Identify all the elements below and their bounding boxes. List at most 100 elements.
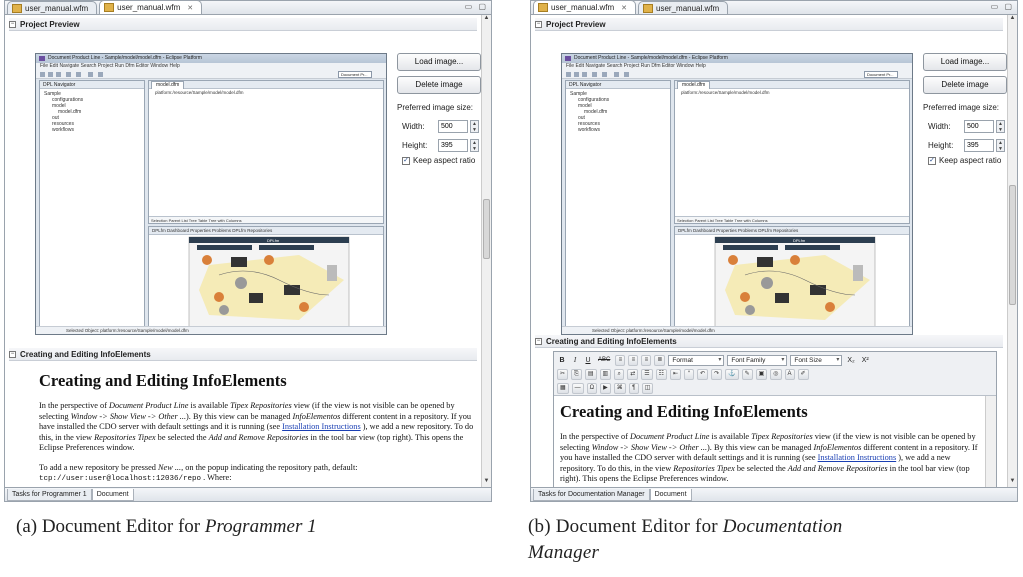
doc-heading: Creating and Editing InfoElements — [560, 402, 808, 421]
collapse-icon[interactable]: − — [535, 337, 542, 345]
bottom-tab-document[interactable]: Document — [91, 489, 134, 501]
bottom-tab-document[interactable]: Document — [649, 489, 692, 501]
editor-tab-1[interactable]: user_manual.wfm — [7, 1, 98, 14]
hr-icon[interactable]: — — [571, 383, 584, 394]
height-row: Height: ▲▼ — [923, 137, 1007, 153]
preferred-size-label: Preferred image size: — [923, 103, 1000, 112]
paste-text-icon[interactable]: ▥ — [599, 369, 612, 380]
installation-link[interactable]: Installation Instructions — [818, 453, 897, 462]
scroll-thumb[interactable] — [483, 199, 490, 259]
subscript-button[interactable]: X₂ — [845, 355, 856, 366]
delete-image-button[interactable]: Delete image — [923, 76, 1007, 94]
underline-button[interactable]: U — [583, 355, 593, 366]
undo-icon[interactable]: ↶ — [697, 369, 709, 380]
bullet-list-icon[interactable]: ☰ — [641, 369, 653, 380]
align-right-icon[interactable]: ≡ — [641, 355, 652, 366]
pilcrow-icon[interactable]: ¶ — [628, 383, 639, 394]
font-family-select[interactable]: Font Family — [727, 355, 788, 366]
image-controls: Load image... Delete image Preferred ima… — [923, 53, 1007, 165]
code-icon[interactable]: ⌘ — [613, 383, 626, 394]
bottom-tab-tasks[interactable]: Tasks for Documentation Manager — [533, 489, 650, 501]
quote-icon[interactable]: “ — [684, 369, 695, 380]
load-image-button[interactable]: Load image... — [923, 53, 1007, 71]
height-spinner[interactable]: ▲ ▼ — [470, 138, 479, 152]
width-spinner[interactable]: ▲ ▼ — [470, 119, 479, 133]
align-justify-icon[interactable]: ≣ — [654, 355, 666, 366]
checkbox-checked-icon[interactable]: ✓ — [928, 156, 936, 165]
editor-content: − Project Preview Document Product Line -… — [5, 15, 481, 487]
preview-status: Selected Object: platform:/resource/Samp… — [562, 326, 912, 334]
editor-tab-2[interactable]: user_manual.wfm — [638, 1, 729, 14]
rich-text-editor[interactable]: B I U ABC ≡ ≡ ≡ ≣ Format Font Family Fon… — [553, 351, 997, 487]
redo-icon[interactable]: ↷ — [711, 369, 723, 380]
paste-icon[interactable]: ▤ — [584, 369, 597, 380]
scroll-thumb[interactable] — [1009, 185, 1016, 305]
section-infoelements[interactable]: − Creating and Editing InfoElements — [535, 335, 1003, 348]
installation-link[interactable]: Installation Instructions — [282, 422, 361, 431]
rte-scrollbar[interactable] — [985, 396, 996, 487]
collapse-icon[interactable]: − — [9, 350, 16, 358]
keep-aspect-row[interactable]: ✓ Keep aspect ratio — [397, 156, 481, 165]
scroll-up-icon[interactable]: ▲ — [482, 15, 491, 24]
link-icon[interactable]: ⚓ — [725, 369, 739, 380]
vertical-scrollbar[interactable]: ▲ ▼ — [1007, 15, 1017, 487]
image-icon[interactable]: ▣ — [755, 369, 768, 380]
find-icon[interactable]: ⌕ — [614, 369, 625, 380]
width-spinner[interactable]: ▲ ▼ — [996, 119, 1005, 133]
checkbox-checked-icon[interactable]: ✓ — [402, 156, 410, 165]
height-spinner[interactable]: ▲ ▼ — [996, 138, 1005, 152]
unlink-icon[interactable]: ✎ — [741, 369, 753, 380]
text-color-icon[interactable]: A — [784, 369, 795, 380]
bold-button[interactable]: B — [557, 355, 567, 366]
format-select[interactable]: Format — [668, 355, 725, 366]
width-input[interactable] — [438, 119, 468, 133]
html-icon[interactable]: ◫ — [641, 383, 654, 394]
strikethrough-button[interactable]: ABC — [596, 355, 612, 366]
media-icon[interactable]: ▶ — [600, 383, 611, 394]
scroll-down-icon[interactable]: ▼ — [1008, 478, 1017, 487]
section-infoelements[interactable]: − Creating and Editing InfoElements — [9, 348, 477, 361]
font-size-select[interactable]: Font Size — [790, 355, 843, 366]
delete-image-button[interactable]: Delete image — [397, 76, 481, 94]
height-label: Height: — [402, 140, 428, 150]
italic-button[interactable]: I — [570, 355, 580, 366]
align-center-icon[interactable]: ≡ — [628, 355, 639, 366]
rte-document[interactable]: Creating and Editing InfoElements In the… — [554, 396, 985, 487]
align-left-icon[interactable]: ≡ — [615, 355, 626, 366]
load-image-button[interactable]: Load image... — [397, 53, 481, 71]
preview-editor-tab: model.dfm — [151, 81, 185, 89]
collapse-icon[interactable]: − — [535, 20, 542, 28]
height-input[interactable] — [438, 138, 468, 152]
keep-aspect-row[interactable]: ✓ Keep aspect ratio — [923, 156, 1007, 165]
scroll-down-icon[interactable]: ▼ — [482, 478, 491, 487]
bottom-tab-tasks[interactable]: Tasks for Programmer 1 — [7, 489, 92, 501]
highlight-icon[interactable]: ✐ — [797, 369, 809, 380]
doc-paragraph: To add a new repository be pressed New .… — [39, 462, 358, 484]
numbered-list-icon[interactable]: ☷ — [655, 369, 667, 380]
window-controls[interactable]: ▭ ▢ — [991, 2, 1014, 11]
editor-tab-1[interactable]: user_manual.wfm ✕ — [533, 1, 637, 14]
section-project-preview[interactable]: − Project Preview — [535, 18, 1003, 31]
window-controls[interactable]: ▭ ▢ — [465, 2, 488, 11]
cleanup-icon[interactable]: ◎ — [770, 369, 782, 380]
copy-icon[interactable]: ⎘ — [571, 369, 582, 380]
cut-icon[interactable]: ✂ — [557, 369, 569, 380]
tree-item: workflows — [578, 127, 600, 133]
table-icon[interactable]: ▦ — [557, 383, 569, 394]
superscript-button[interactable]: X² — [860, 355, 871, 366]
close-icon[interactable]: ✕ — [187, 4, 193, 12]
width-row: Width: ▲▼ — [397, 118, 481, 134]
section-project-preview[interactable]: − Project Preview — [9, 18, 477, 31]
replace-icon[interactable]: ⇄ — [627, 369, 639, 380]
outdent-icon[interactable]: ⇤ — [670, 369, 682, 380]
collapse-icon[interactable]: − — [9, 20, 16, 28]
vertical-scrollbar[interactable]: ▲ ▼ — [481, 15, 491, 487]
width-input[interactable] — [964, 119, 994, 133]
close-icon[interactable]: ✕ — [621, 4, 627, 12]
height-input[interactable] — [964, 138, 994, 152]
editor-tabbar: user_manual.wfm ✕ user_manual.wfm ▭ ▢ — [531, 1, 1017, 15]
editor-tab-2[interactable]: user_manual.wfm ✕ — [99, 1, 203, 14]
scroll-up-icon[interactable]: ▲ — [1008, 15, 1017, 24]
charmap-icon[interactable]: Ω — [586, 383, 598, 394]
section-title: Creating and Editing InfoElements — [20, 349, 151, 359]
